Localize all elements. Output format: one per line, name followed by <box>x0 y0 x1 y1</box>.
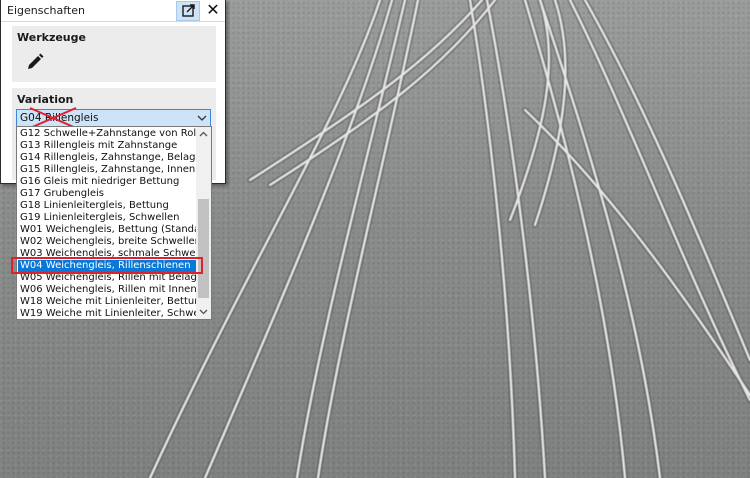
scroll-thumb[interactable] <box>198 199 209 298</box>
chevron-down-icon <box>197 115 207 121</box>
variation-option[interactable]: W18 Weiche mit Linienleiter, Bettung <box>18 296 199 308</box>
variation-option[interactable]: G19 Linienleitergleis, Schwellen <box>18 212 199 224</box>
variation-option[interactable]: W19 Weiche mit Linienleiter, Schwellen <box>18 308 199 320</box>
variation-option[interactable]: W01 Weichengleis, Bettung (Standard) <box>18 224 199 236</box>
variation-option[interactable]: G18 Linienleitergleis, Bettung <box>18 200 199 212</box>
highlight-annotation <box>11 257 203 274</box>
undock-icon <box>182 4 195 17</box>
variation-options-list[interactable]: G12 Schwelle+Zahnstange von Roll G13 Rill… <box>16 126 212 320</box>
list-scrollbar[interactable] <box>196 127 211 319</box>
tools-label: Werkzeuge <box>17 31 86 44</box>
variation-option[interactable]: G16 Gleis mit niedriger Bettung <box>18 176 199 188</box>
variation-option[interactable]: G17 Grubengleis <box>18 188 199 200</box>
panel-header: Eigenschaften ✕ <box>1 0 225 22</box>
pencil-icon[interactable] <box>26 53 44 71</box>
variation-option[interactable]: W02 Weichengleis, breite Schwellen <box>18 236 199 248</box>
variation-option[interactable]: G12 Schwelle+Zahnstange von Roll <box>18 128 199 140</box>
variation-option[interactable]: G15 Rillengleis, Zahnstange, Innenbelag <box>18 164 199 176</box>
undock-button[interactable] <box>176 1 200 21</box>
variation-label: Variation <box>17 93 74 106</box>
close-icon: ✕ <box>206 0 220 19</box>
variation-option[interactable]: W06 Weichengleis, Rillen mit Innenbelag <box>18 284 199 296</box>
tools-section: Werkzeuge <box>12 26 216 82</box>
close-button[interactable]: ✕ <box>203 1 223 21</box>
panel-title: Eigenschaften <box>7 4 85 17</box>
scroll-up-icon[interactable] <box>199 130 208 139</box>
scroll-down-icon[interactable] <box>199 307 208 316</box>
variation-option[interactable]: G14 Rillengleis, Zahnstange, Belag <box>18 152 199 164</box>
variation-option[interactable]: G13 Rillengleis mit Zahnstange <box>18 140 199 152</box>
